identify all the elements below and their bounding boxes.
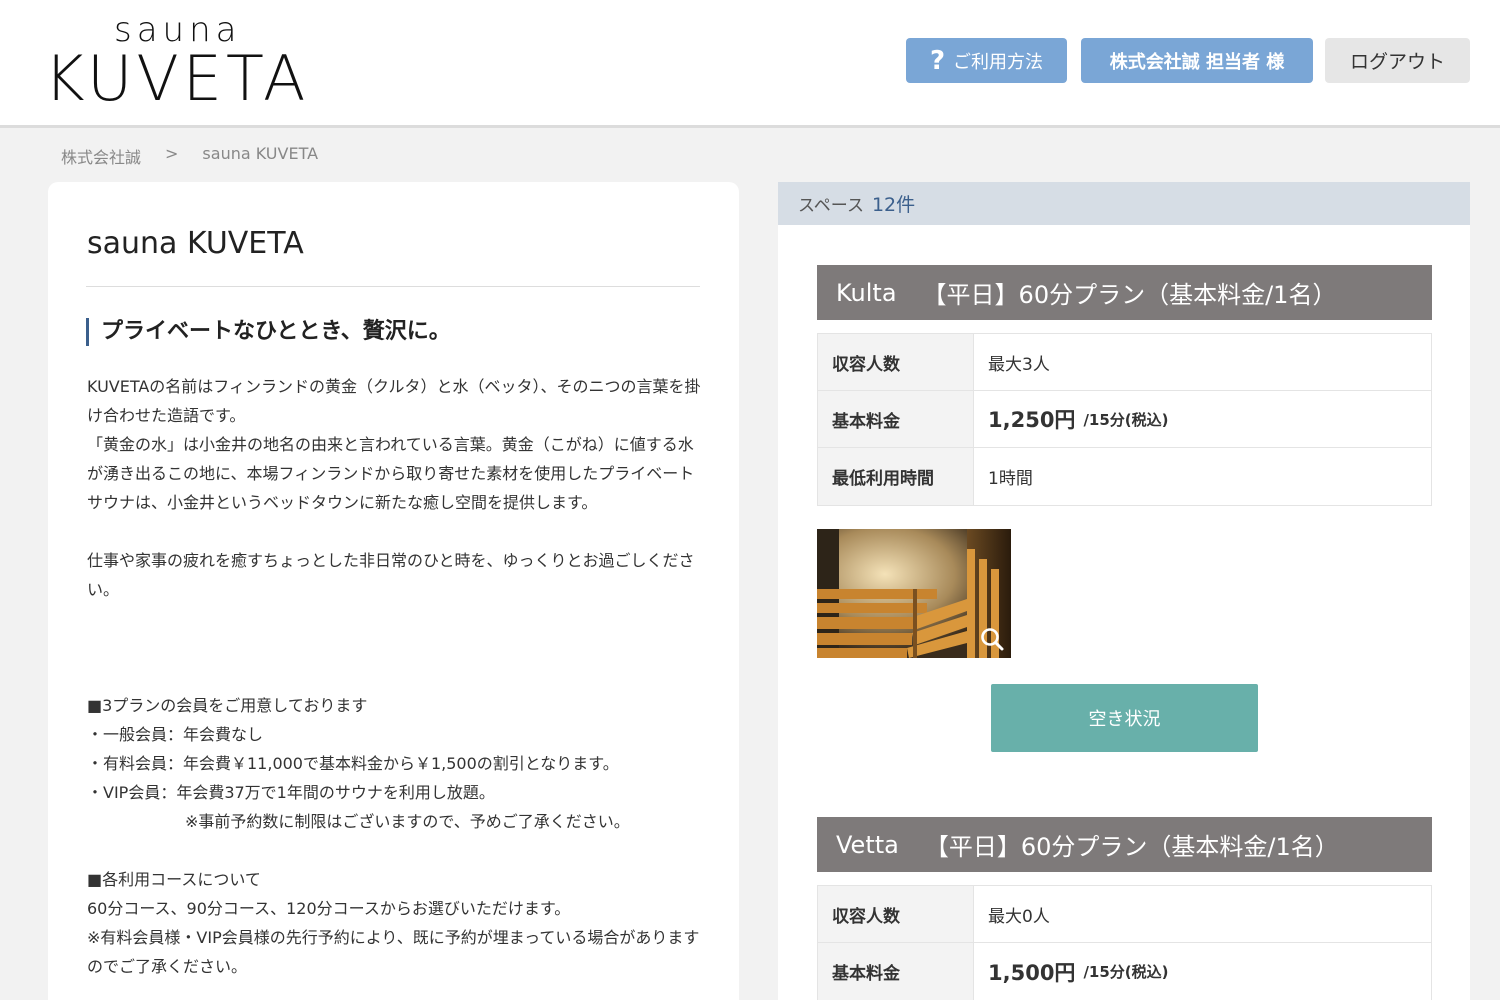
logout-button[interactable]: ログアウト [1325, 38, 1470, 83]
plan-info-table: 収容人数 最大0人 基本料金 1,500円 /15分(税込) [817, 885, 1432, 1000]
base-price-label: 基本料金 [818, 391, 974, 447]
plan-name: 【平日】60分プラン（基本料金/1名） [924, 833, 1339, 861]
capacity-label: 収容人数 [818, 886, 974, 942]
question-icon: ? [929, 45, 946, 76]
facility-description: KUVETAの名前はフィンランドの黄金（クルタ）と水（ベッタ）、そのニつの言葉を… [87, 372, 707, 981]
space-label: スペース [798, 196, 864, 216]
price-amount: 1,250円 [988, 408, 1076, 432]
space-photo-thumbnail[interactable] [817, 529, 1011, 658]
table-row: 収容人数 最大3人 [818, 334, 1431, 391]
plan-title: Vetta 【平日】60分プラン（基本料金/1名） [817, 817, 1432, 872]
capacity-value: 最大3人 [988, 354, 1050, 375]
table-row: 収容人数 最大0人 [818, 886, 1431, 943]
site-logo[interactable]: sauna KUVETA [44, 10, 314, 114]
capacity-label: 収容人数 [818, 334, 974, 390]
min-time-label: 最低利用時間 [818, 448, 974, 505]
help-button-label: ご利用方法 [953, 51, 1044, 73]
magnifier-icon[interactable] [979, 626, 1005, 652]
base-price-value: 1,250円 /15分(税込) [974, 391, 1431, 447]
membership-line: ・有料会員：年会費￥11,000で基本料金から￥1,500の割引となります。 [87, 754, 619, 773]
availability-button[interactable]: 空き状況 [991, 684, 1258, 752]
courses-heading: ■各利用コースについて [87, 870, 261, 889]
courses-line: ※有料会員様・VIP会員様の先行予約により、既に予約が埋まっている場合があります… [87, 928, 700, 976]
site-header: sauna KUVETA ? ご利用方法 株式会社誠 担当者 様 ログアウト [0, 0, 1500, 128]
courses-line: 60分コース、90分コース、120分コースからお選びいただけます。 [87, 899, 571, 918]
breadcrumb-separator: > [165, 144, 179, 163]
spaces-panel: スペース 12件 Kulta 【平日】60分プラン（基本料金/1名） 収容人数 … [778, 182, 1470, 1000]
breadcrumb-current: sauna KUVETA [202, 144, 319, 163]
space-count-bar: スペース 12件 [778, 182, 1470, 225]
membership-line: ・一般会員：年会費なし [87, 725, 264, 744]
price-unit: /15分(税込) [1083, 410, 1169, 429]
base-price-label: 基本料金 [818, 943, 974, 1000]
description-paragraph: KUVETAの名前はフィンランドの黄金（クルタ）と水（ベッタ）、そのニつの言葉を… [87, 377, 701, 425]
facility-panel: sauna KUVETA プライベートなひととき、贅沢に。 KUVETAの名前は… [48, 182, 739, 1000]
space-count: 12件 [871, 194, 916, 216]
membership-note: ※事前予約数に制限はございますので、予めご了承ください。 [185, 812, 630, 831]
description-paragraph: 「黄金の水」は小金井の地名の由来と言われている言葉。黄金（こがね）に値する水が湧… [87, 435, 695, 512]
breadcrumb: 株式会社誠 > sauna KUVETA [61, 144, 318, 168]
plan-title: Kulta 【平日】60分プラン（基本料金/1名） [817, 265, 1432, 320]
table-row: 最低利用時間 1時間 [818, 448, 1431, 505]
membership-line: ・VIP会員：年会費37万で1年間のサウナを利用し放題。 [87, 783, 495, 802]
help-button[interactable]: ? ご利用方法 [906, 38, 1067, 83]
space-name: Vetta [836, 830, 899, 859]
plan-card: Kulta 【平日】60分プラン（基本料金/1名） 収容人数 最大3人 基本料金… [817, 265, 1432, 506]
table-row: 基本料金 1,250円 /15分(税込) [818, 391, 1431, 448]
description-paragraph: 仕事や家事の疲れを癒すちょっとした非日常のひと時を、ゆっくりとお過ごしください。 [87, 551, 695, 599]
base-price-value: 1,500円 /15分(税込) [974, 943, 1431, 1000]
logo-title: KUVETA [44, 42, 310, 115]
min-time-value: 1時間 [988, 469, 1033, 489]
price-amount: 1,500円 [988, 960, 1076, 985]
divider [86, 286, 700, 287]
space-name: Kulta [836, 278, 897, 307]
plan-card: Vetta 【平日】60分プラン（基本料金/1名） 収容人数 最大0人 基本料金… [817, 817, 1432, 1000]
price-unit: /15分(税込) [1083, 963, 1169, 981]
account-button[interactable]: 株式会社誠 担当者 様 [1081, 38, 1313, 83]
membership-heading: ■3プランの会員をご用意しております [87, 696, 368, 715]
plan-info-table: 収容人数 最大3人 基本料金 1,250円 /15分(税込) 最低利用時間 1時… [817, 333, 1432, 506]
breadcrumb-company-link[interactable]: 株式会社誠 [61, 144, 141, 168]
page-title: sauna KUVETA [87, 226, 304, 261]
catch-copy: プライベートなひととき、贅沢に。 [86, 318, 451, 346]
capacity-value: 最大0人 [988, 906, 1050, 927]
table-row: 基本料金 1,500円 /15分(税込) [818, 943, 1431, 1000]
plan-name: 【平日】60分プラン（基本料金/1名） [922, 281, 1337, 309]
